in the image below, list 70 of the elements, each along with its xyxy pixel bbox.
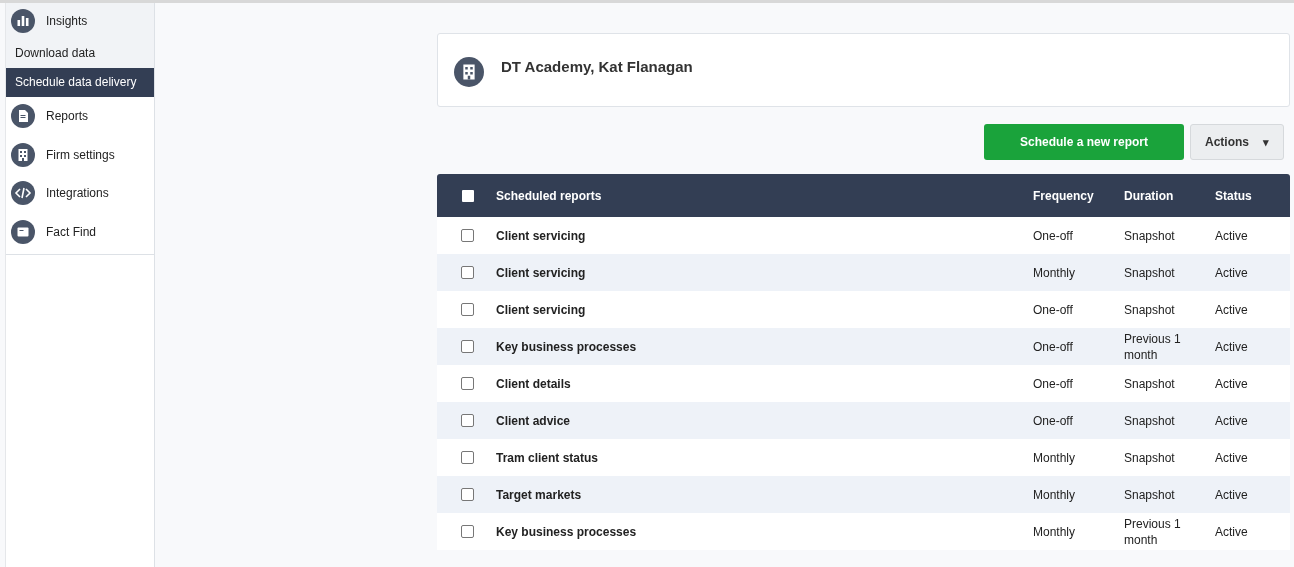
building-icon: [454, 57, 484, 87]
nav-label: Firm settings: [46, 147, 115, 162]
nav-item[interactable]: Reports: [6, 97, 154, 136]
column-header: Status: [1215, 187, 1253, 204]
table-cell-text: Client advice: [496, 412, 572, 429]
nav-item[interactable]: Firm settings: [6, 135, 154, 174]
nav-item[interactable]: Fact Find: [6, 212, 154, 251]
nav-subitem[interactable]: Schedule data delivery: [6, 68, 154, 97]
row-checkbox[interactable]: [461, 266, 474, 279]
table-cell-text: One-off: [1033, 227, 1074, 244]
nav-label: Fact Find: [46, 224, 96, 239]
column-header: Duration: [1124, 187, 1175, 204]
nav-label: Insights: [46, 14, 88, 28]
table-cell-text: Monthly: [1033, 264, 1077, 281]
table-cell-text: Key business processes: [496, 523, 638, 540]
row-checkbox[interactable]: [461, 303, 474, 316]
table-cell-text: Client details: [496, 375, 572, 392]
column-header: Frequency: [1033, 187, 1095, 204]
table-cell-text: Target markets: [496, 486, 583, 503]
nav-label: Reports: [46, 109, 89, 124]
table-cell-text: One-off: [1033, 301, 1074, 318]
table-cell-text: Key business processes: [496, 338, 638, 355]
nav-label: Integrations: [46, 186, 109, 201]
row-checkbox[interactable]: [461, 414, 474, 427]
table-cell-text: Previous 1 month: [1124, 330, 1182, 363]
firm-title: DT Academy, Kat Flanagan: [501, 58, 693, 75]
column-header: Scheduled reports: [496, 187, 603, 204]
row-checkbox[interactable]: [461, 377, 474, 390]
table-cell-text: Active: [1215, 412, 1249, 429]
row-checkbox[interactable]: [461, 451, 474, 464]
table-cell-text: Snapshot: [1124, 264, 1176, 281]
folder-icon: [11, 219, 35, 244]
table-cell-text: One-off: [1033, 412, 1074, 429]
row-checkbox[interactable]: [461, 340, 474, 353]
table-cell-text: Active: [1215, 227, 1249, 244]
nav-item[interactable]: Integrations: [6, 174, 154, 213]
table-cell-text: Monthly: [1033, 523, 1077, 540]
table-cell-text: Active: [1215, 338, 1249, 355]
table-cell-text: Tram client status: [496, 449, 600, 466]
code-icon: [11, 181, 35, 206]
table-cell-text: Client servicing: [496, 264, 587, 281]
table-cell-text: Snapshot: [1124, 227, 1176, 244]
table-cell-text: Active: [1215, 264, 1249, 281]
bar-chart-icon: [11, 9, 35, 33]
table-cell-text: Snapshot: [1124, 486, 1176, 503]
table-cell-text: Snapshot: [1124, 449, 1176, 466]
nav-subitem[interactable]: Download data: [6, 39, 154, 68]
building-icon: [11, 142, 35, 167]
document-icon: [11, 104, 35, 129]
table-cell-text: One-off: [1033, 375, 1074, 392]
row-checkbox[interactable]: [461, 525, 474, 538]
table-cell-text: Active: [1215, 449, 1249, 466]
table-cell-text: Client servicing: [496, 301, 587, 318]
select-all-checkbox[interactable]: [461, 189, 474, 202]
table-cell-text: One-off: [1033, 338, 1074, 355]
table-cell-text: Snapshot: [1124, 412, 1176, 429]
table-cell-text: Active: [1215, 486, 1249, 503]
table-cell-text: Monthly: [1033, 449, 1077, 466]
table-cell-text: Active: [1215, 375, 1249, 392]
table-cell-text: Snapshot: [1124, 375, 1176, 392]
table-cell-text: Active: [1215, 523, 1249, 540]
table-cell-text: Monthly: [1033, 486, 1077, 503]
table-cell-text: Snapshot: [1124, 301, 1176, 318]
table-cell-text: Active: [1215, 301, 1249, 318]
row-checkbox[interactable]: [461, 229, 474, 242]
table-cell-text: Client servicing: [496, 227, 587, 244]
actions-button[interactable]: Actions ▾: [1190, 124, 1284, 160]
table-cell-text: Previous 1 month: [1124, 515, 1182, 548]
nav-item[interactable]: Insights: [6, 3, 154, 39]
row-checkbox[interactable]: [461, 488, 474, 501]
